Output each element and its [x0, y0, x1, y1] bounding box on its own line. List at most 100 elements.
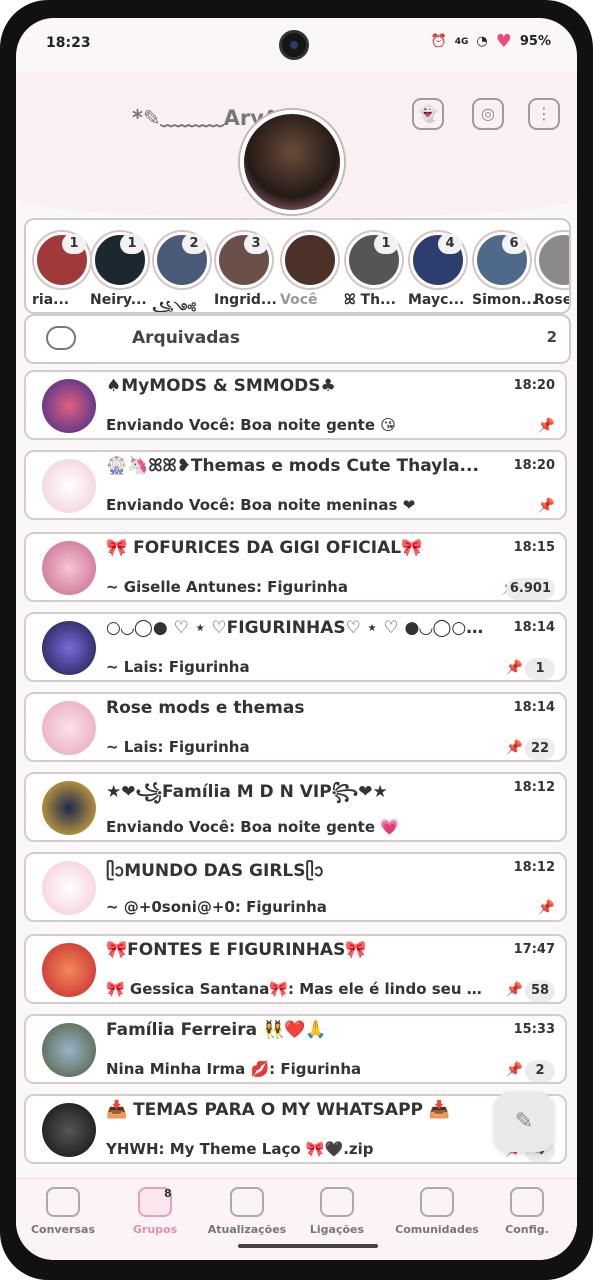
chat-row[interactable]: Família Ferreira 👯‍♀️❤️🙏 15:33 Nina Minh…: [24, 1014, 567, 1084]
story-item[interactable]: 1 Neiry...: [90, 232, 150, 308]
pin-icon: 📌: [505, 660, 523, 676]
nav-label: Atualizações: [207, 1223, 287, 1236]
chat-message: ~ Lais: Figurinha: [106, 658, 250, 676]
story-item[interactable]: 3 Ingrid...: [214, 232, 277, 308]
chat-title: ★❤꧁Família M D N VIP꧂❤★: [106, 782, 388, 802]
chat-message: YHWH: My Theme Laço 🎀🖤.zip: [106, 1140, 374, 1158]
chat-avatar: [42, 781, 96, 835]
chat-row[interactable]: 🎡🦄ꕤꕤ❥Themas e mods Cute Thayla... 18:20 …: [24, 450, 567, 520]
story-item[interactable]: 1 ria...: [32, 232, 92, 308]
chat-avatar: [42, 701, 96, 755]
nav-comunidades[interactable]: Comunidades: [390, 1187, 484, 1236]
nav-label: Ligações: [309, 1223, 365, 1236]
chat-row[interactable]: ★❤꧁Família M D N VIP꧂❤★ 18:12 Enviando V…: [24, 772, 567, 842]
chat-message: Enviando Você: Boa noite gente 😘: [106, 416, 396, 434]
story-item[interactable]: 2 ꧁༺: [152, 232, 212, 312]
system-icons: ⏰ 4G ◔ ♥ 95%: [430, 32, 551, 50]
nav-config[interactable]: Config.: [480, 1187, 574, 1236]
archived-label: Arquivadas: [132, 328, 240, 348]
chat-avatar: [42, 379, 96, 433]
unread-badge: 2: [525, 1060, 555, 1082]
story-name: Ingrid...: [214, 292, 277, 308]
camera-cutout: [279, 30, 309, 60]
story-item[interactable]: 4 Mayc...: [408, 232, 468, 308]
chat-title: 📥 TEMAS PARA O MY WHATSAPP 📥: [106, 1100, 451, 1120]
nav-grupos[interactable]: 8 Grupos: [108, 1187, 202, 1236]
chat-time: 15:33: [513, 1022, 555, 1037]
chat-avatar: [42, 1103, 96, 1157]
status-time: 18:23: [46, 35, 91, 51]
chat-message: Enviando Você: Boa noite meninas ❤: [106, 496, 416, 514]
story-count: 1: [62, 234, 86, 254]
menu-icon[interactable]: ⋮: [528, 98, 560, 130]
stories-bar: 1 ria... 1 Neiry... 2 ꧁༺ 3 Ingrid... Voc…: [24, 218, 571, 314]
story-count: 6: [502, 234, 526, 254]
story-avatar: [536, 232, 569, 288]
new-chat-fab[interactable]: ✎: [494, 1092, 554, 1152]
chats-icon: [46, 1187, 80, 1217]
chat-time: 18:20: [513, 378, 555, 393]
chat-row[interactable]: ○◡◯● ♡ ⋆ ♡FIGURINHAS♡ ⋆ ♡ ●◡◯○ B... 18:1…: [24, 612, 567, 682]
chat-row[interactable]: ᥫᩣMUNDO DAS GIRLSᥫᩣ 18:12 ~ @+0soni@+0: …: [24, 852, 567, 922]
chat-avatar: [42, 459, 96, 513]
chat-title: Rose mods e themas: [106, 698, 305, 718]
ghost-icon[interactable]: 👻: [412, 98, 444, 130]
story-name: ꧁༺: [152, 301, 197, 314]
nav-label: Conversas: [30, 1223, 96, 1236]
screen: 18:23 ⏰ 4G ◔ ♥ 95% *✎﹏﹏﹏Ary❥ 👻 ◎ ⋮ 1 ria…: [16, 18, 577, 1260]
nav-label: Comunidades: [395, 1223, 479, 1236]
chat-add-icon: ✎: [514, 1109, 534, 1134]
pin-icon: 📌: [537, 418, 555, 434]
chat-time: 17:47: [513, 942, 555, 957]
story-name: Você: [280, 292, 318, 308]
story-name: Neiry...: [90, 292, 147, 308]
story-name: ꕤ Th...: [344, 292, 396, 308]
chat-message: Nina Minha Irma 💋: Figurinha: [106, 1060, 362, 1078]
story-item[interactable]: 1 ꕤ Th...: [344, 232, 404, 308]
nav-conversas[interactable]: Conversas: [16, 1187, 110, 1236]
profile-avatar[interactable]: [240, 110, 344, 214]
chat-time: 18:12: [513, 860, 555, 875]
chat-time: 18:15: [513, 540, 555, 555]
chat-row[interactable]: 📥 TEMAS PARA O MY WHATSAPP 📥 YHWH: My Th…: [24, 1094, 567, 1164]
chat-message: ~ @+0soni@+0: Figurinha: [106, 898, 327, 916]
chat-row[interactable]: ♠MyMODS & SMMODS♣ 18:20 Enviando Você: B…: [24, 370, 567, 440]
story-item[interactable]: Você: [280, 232, 340, 308]
chat-title: 🎀FONTES E FIGURINHAS🎀: [106, 940, 367, 960]
status-bar: 18:23 ⏰ 4G ◔ ♥ 95%: [16, 18, 577, 68]
chat-time: 18:14: [513, 700, 555, 715]
nav-ligacoes[interactable]: Ligações: [290, 1187, 384, 1236]
pin-icon: 📌: [505, 740, 523, 756]
chat-message: 🎀 Gessica Santana🎀: Mas ele é lindo seu …: [106, 980, 486, 998]
calls-icon: [320, 1187, 354, 1217]
chat-avatar: [42, 861, 96, 915]
story-item[interactable]: 6 Simon...: [472, 232, 537, 308]
chat-row[interactable]: 🎀 FOFURICES DA GIGI OFICIAL🎀 18:15 ~ Gis…: [24, 532, 567, 602]
nav-badge: 8: [164, 1187, 172, 1200]
story-count: 2: [182, 234, 206, 254]
chat-title: ○◡◯● ♡ ⋆ ♡FIGURINHAS♡ ⋆ ♡ ●◡◯○ B...: [106, 618, 488, 638]
chat-title: ᥫᩣMUNDO DAS GIRLSᥫᩣ: [106, 861, 324, 881]
story-count: 4: [438, 234, 462, 254]
alarm-icon: ⏰: [430, 34, 447, 49]
chat-row[interactable]: Rose mods e themas 18:14 ~ Lais: Figurin…: [24, 692, 567, 762]
chat-title: Família Ferreira 👯‍♀️❤️🙏: [106, 1020, 327, 1040]
story-count: 1: [374, 234, 398, 254]
nav-atualizacoes[interactable]: Atualizações: [200, 1187, 294, 1236]
unread-badge: 1: [525, 658, 555, 680]
chat-row[interactable]: 🎀FONTES E FIGURINHAS🎀 17:47 🎀 Gessica Sa…: [24, 934, 567, 1004]
settings-icon: [510, 1187, 544, 1217]
pin-icon: 📌: [505, 982, 523, 998]
story-name: Mayc...: [408, 292, 465, 308]
archived-row[interactable]: Arquivadas 2: [24, 314, 571, 364]
chat-time: 18:12: [513, 780, 555, 795]
chat-message: ~ Giselle Antunes: Figurinha: [106, 578, 348, 596]
home-indicator: [238, 1244, 378, 1248]
unread-badge: 22: [525, 738, 555, 760]
story-name: Rose: [534, 292, 571, 308]
chat-avatar: [42, 541, 96, 595]
story-item[interactable]: Rose: [534, 232, 569, 308]
unread-badge: 6.901: [505, 578, 555, 600]
camera-search-icon[interactable]: ◎: [472, 98, 504, 130]
chat-message: ~ Lais: Figurinha: [106, 738, 250, 756]
